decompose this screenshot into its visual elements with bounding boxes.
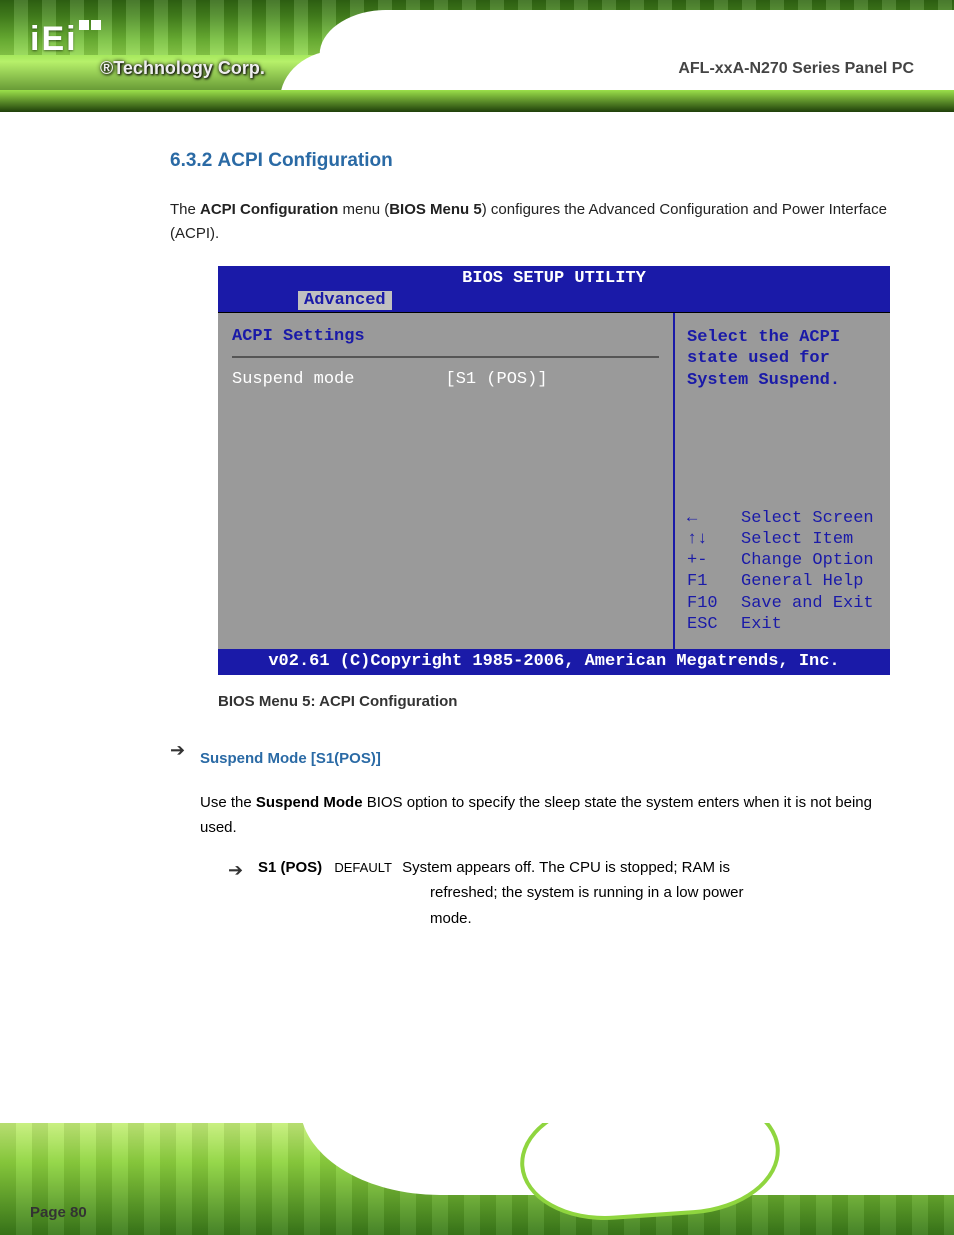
page-number: Page 80 (30, 1204, 87, 1221)
arrow-icon: ➔ (228, 855, 246, 932)
bios-help-text: Select the ACPI state used for System Su… (687, 327, 878, 391)
bios-tab-row: Advanced (218, 291, 890, 312)
footer-swoosh-oval (516, 1123, 784, 1226)
bios-key-row: ESCExit (687, 614, 878, 635)
bios-setting-row[interactable]: Suspend mode [S1 (POS)] (232, 370, 659, 389)
bios-key-row: ←Select Screen (687, 508, 878, 529)
bios-key-row: F1General Help (687, 571, 878, 592)
bios-tab-advanced[interactable]: Advanced (298, 291, 392, 310)
intro-paragraph: The ACPI Configuration menu (BIOS Menu 5… (170, 198, 894, 246)
arrow-icon: ➔ (170, 740, 188, 937)
figure-caption: BIOS Menu 5: ACPI Configuration (218, 693, 894, 710)
bios-footer: v02.61 (C)Copyright 1985-2006, American … (218, 649, 890, 675)
bios-setting-label: Suspend mode (232, 370, 446, 389)
bios-key-legend: ←Select Screen ↑↓Select Item +-Change Op… (687, 508, 878, 636)
logo-block: iEi (30, 20, 102, 59)
bios-key-row: F10Save and Exit (687, 593, 878, 614)
bios-body: ACPI Settings Suspend mode [S1 (POS)] Se… (218, 312, 890, 649)
logo-text: iEi (30, 20, 102, 59)
bios-setting-value: [S1 (POS)] (446, 370, 660, 389)
header-banner: iEi ®Technology Corp. AFL-xxA-N270 Serie… (0, 0, 954, 112)
option-value-row: ➔ S1 (POS) DEFAULT System appears off. T… (228, 855, 894, 932)
option-text: Suspend Mode [S1(POS)] Use the Suspend M… (200, 740, 894, 937)
option-value-label: S1 (POS) (258, 859, 322, 876)
option-desc-line: refreshed; the system is running in a lo… (430, 884, 743, 901)
doc-title: AFL-xxA-N270 Series Panel PC (678, 60, 914, 78)
bios-key-row: +-Change Option (687, 550, 878, 571)
bios-utility-title: BIOS SETUP UTILITY (218, 266, 890, 291)
bios-left-pane: ACPI Settings Suspend mode [S1 (POS)] (218, 313, 675, 649)
option-heading: Suspend Mode [S1(POS)] (200, 746, 894, 772)
bios-key-row: ↑↓Select Item (687, 529, 878, 550)
bios-right-pane: Select the ACPI state used for System Su… (675, 313, 890, 649)
option-value-text: S1 (POS) DEFAULT System appears off. The… (258, 855, 743, 932)
page-content: 6.3.2 ACPI Configuration The ACPI Config… (170, 150, 894, 951)
option-block: ➔ Suspend Mode [S1(POS)] Use the Suspend… (170, 740, 894, 937)
section-heading: 6.3.2 ACPI Configuration (170, 150, 894, 172)
bios-screenshot: BIOS SETUP UTILITY Advanced ACPI Setting… (218, 266, 890, 675)
bios-panel-title: ACPI Settings (232, 327, 659, 358)
option-default-tag: DEFAULT (334, 860, 392, 875)
logo-tagline: ®Technology Corp. (100, 58, 265, 79)
footer-banner (0, 1123, 954, 1235)
option-desc-line: System appears off. The CPU is stopped; … (402, 859, 730, 876)
option-desc-line: mode. (430, 910, 472, 927)
option-intro: Use the Suspend Mode BIOS option to spec… (200, 790, 894, 841)
